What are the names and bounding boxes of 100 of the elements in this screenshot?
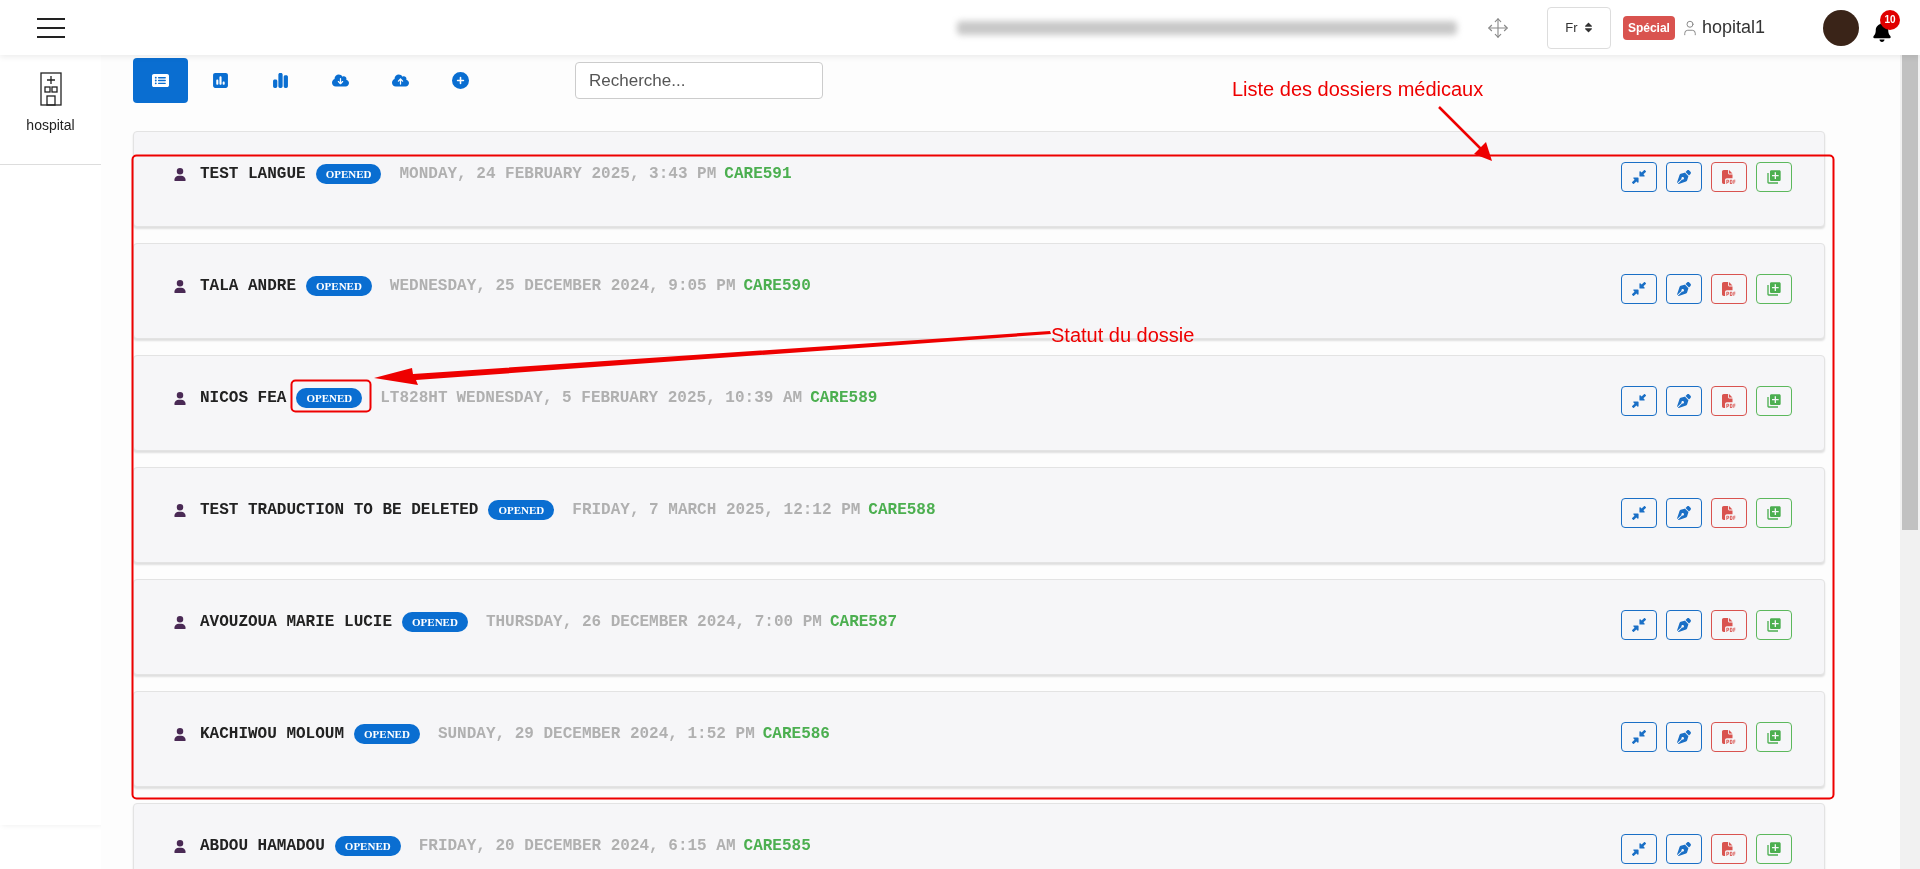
pdf-icon — [1722, 729, 1736, 745]
duplicate-button[interactable] — [1756, 274, 1792, 304]
toolbar-button[interactable] — [133, 58, 188, 103]
record-code: CARE587 — [829, 612, 898, 633]
patient-name: TEST TRADUCTION TO BE DELETED — [200, 500, 479, 521]
status-badge: OPENED — [354, 723, 420, 745]
record-code: CARE586 — [762, 724, 830, 745]
move-icon[interactable] — [1486, 16, 1509, 39]
collapse-button[interactable] — [1621, 498, 1657, 528]
duplicate-button[interactable] — [1756, 610, 1792, 640]
record-code: CARE585 — [743, 836, 811, 857]
add-copy-icon — [1766, 841, 1782, 857]
pdf-button[interactable] — [1711, 610, 1747, 640]
pen-nib-icon — [1677, 282, 1691, 296]
record-date: FRIDAY, 7 MARCH 2025, 12:12 PM — [572, 500, 861, 521]
pdf-icon — [1722, 617, 1736, 633]
report-icon — [212, 72, 229, 89]
collapse-icon — [1632, 394, 1646, 408]
pdf-button[interactable] — [1711, 274, 1747, 304]
add-copy-icon — [1766, 281, 1782, 297]
edit-button[interactable] — [1666, 722, 1702, 752]
patient-name: TALA ANDRE — [200, 276, 296, 297]
patient-name: KACHIWOU MOLOUM — [200, 724, 345, 745]
scrollbar[interactable] — [1900, 55, 1920, 869]
collapse-button[interactable] — [1621, 610, 1657, 640]
edit-button[interactable] — [1666, 386, 1702, 416]
record-code: CARE590 — [743, 276, 811, 297]
person-icon — [174, 391, 186, 405]
bar-chart-icon — [272, 72, 289, 89]
pdf-button[interactable] — [1711, 498, 1747, 528]
special-badge: Spécial — [1622, 15, 1675, 40]
status-badge: OPENED — [402, 611, 468, 633]
record-reference: LT828HT — [380, 388, 448, 409]
list-icon — [152, 72, 169, 89]
collapse-icon — [1632, 170, 1646, 184]
record-date: FRIDAY, 20 DECEMBER 2024, 6:15 AM — [418, 836, 736, 857]
person-icon — [174, 615, 186, 629]
patient-name: NICOS FEA — [200, 388, 287, 409]
sort-icon — [1583, 22, 1593, 33]
status-badge: OPENED — [296, 387, 363, 409]
collapse-button[interactable] — [1621, 834, 1657, 864]
collapse-button[interactable] — [1621, 274, 1657, 304]
annotation-label: Statut du dossie — [1051, 323, 1195, 348]
cloud-download-icon — [332, 72, 349, 89]
add-copy-icon — [1766, 617, 1782, 633]
edit-button[interactable] — [1666, 610, 1702, 640]
record-date: SUNDAY, 29 DECEMBER 2024, 1:52 PM — [437, 724, 755, 745]
pen-nib-icon — [1677, 618, 1691, 632]
add-copy-icon — [1766, 393, 1782, 409]
pdf-button[interactable] — [1711, 162, 1747, 192]
pdf-button[interactable] — [1711, 834, 1747, 864]
duplicate-button[interactable] — [1756, 386, 1792, 416]
avatar[interactable] — [1823, 9, 1859, 46]
patient-name: TEST LANGUE — [200, 164, 306, 185]
patient-name: AVOUZOUA MARIE LUCIE — [200, 612, 393, 633]
add-copy-icon — [1766, 729, 1782, 745]
duplicate-button[interactable] — [1756, 722, 1792, 752]
search-field[interactable]: Recherche... — [575, 62, 823, 99]
status-badge: OPENED — [315, 163, 382, 185]
person-icon — [174, 167, 186, 181]
hospital-icon — [39, 72, 62, 106]
person-icon — [174, 503, 186, 517]
record-code: CARE588 — [868, 500, 936, 521]
notification-count: 10 — [1880, 9, 1900, 30]
pdf-icon — [1722, 841, 1736, 857]
person-icon — [174, 727, 186, 741]
pdf-icon — [1722, 281, 1736, 297]
language-select[interactable]: Fr — [1546, 6, 1611, 49]
plus-icon — [452, 72, 469, 89]
record-date: THURSDAY, 26 DECEMBER 2024, 7:00 PM — [485, 612, 822, 633]
menu-button[interactable] — [37, 17, 65, 38]
edit-button[interactable] — [1666, 162, 1702, 192]
add-copy-icon — [1766, 505, 1782, 521]
add-copy-icon — [1766, 169, 1782, 185]
user-name[interactable]: hopital1 — [1701, 14, 1765, 41]
pdf-icon — [1722, 505, 1736, 521]
collapse-icon — [1632, 282, 1646, 296]
pdf-button[interactable] — [1711, 386, 1747, 416]
edit-button[interactable] — [1666, 274, 1702, 304]
person-icon — [174, 839, 186, 853]
status-badge: OPENED — [306, 275, 372, 297]
collapse-icon — [1632, 842, 1646, 856]
duplicate-button[interactable] — [1756, 834, 1792, 864]
edit-button[interactable] — [1666, 834, 1702, 864]
patient-name: ABDOU HAMADOU — [200, 836, 325, 857]
record-date: WEDNESDAY, 5 FEBRUARY 2025, 10:39 AM — [456, 388, 803, 409]
pen-nib-icon — [1677, 842, 1691, 856]
duplicate-button[interactable] — [1756, 162, 1792, 192]
pdf-button[interactable] — [1711, 722, 1747, 752]
record-code: CARE589 — [810, 388, 878, 409]
collapse-button[interactable] — [1621, 386, 1657, 416]
collapse-button[interactable] — [1621, 722, 1657, 752]
collapse-icon — [1632, 506, 1646, 520]
person-icon — [174, 279, 186, 293]
collapse-button[interactable] — [1621, 162, 1657, 192]
duplicate-button[interactable] — [1756, 498, 1792, 528]
pen-nib-icon — [1677, 394, 1691, 408]
collapse-icon — [1632, 618, 1646, 632]
pen-nib-icon — [1677, 170, 1691, 184]
edit-button[interactable] — [1666, 498, 1702, 528]
